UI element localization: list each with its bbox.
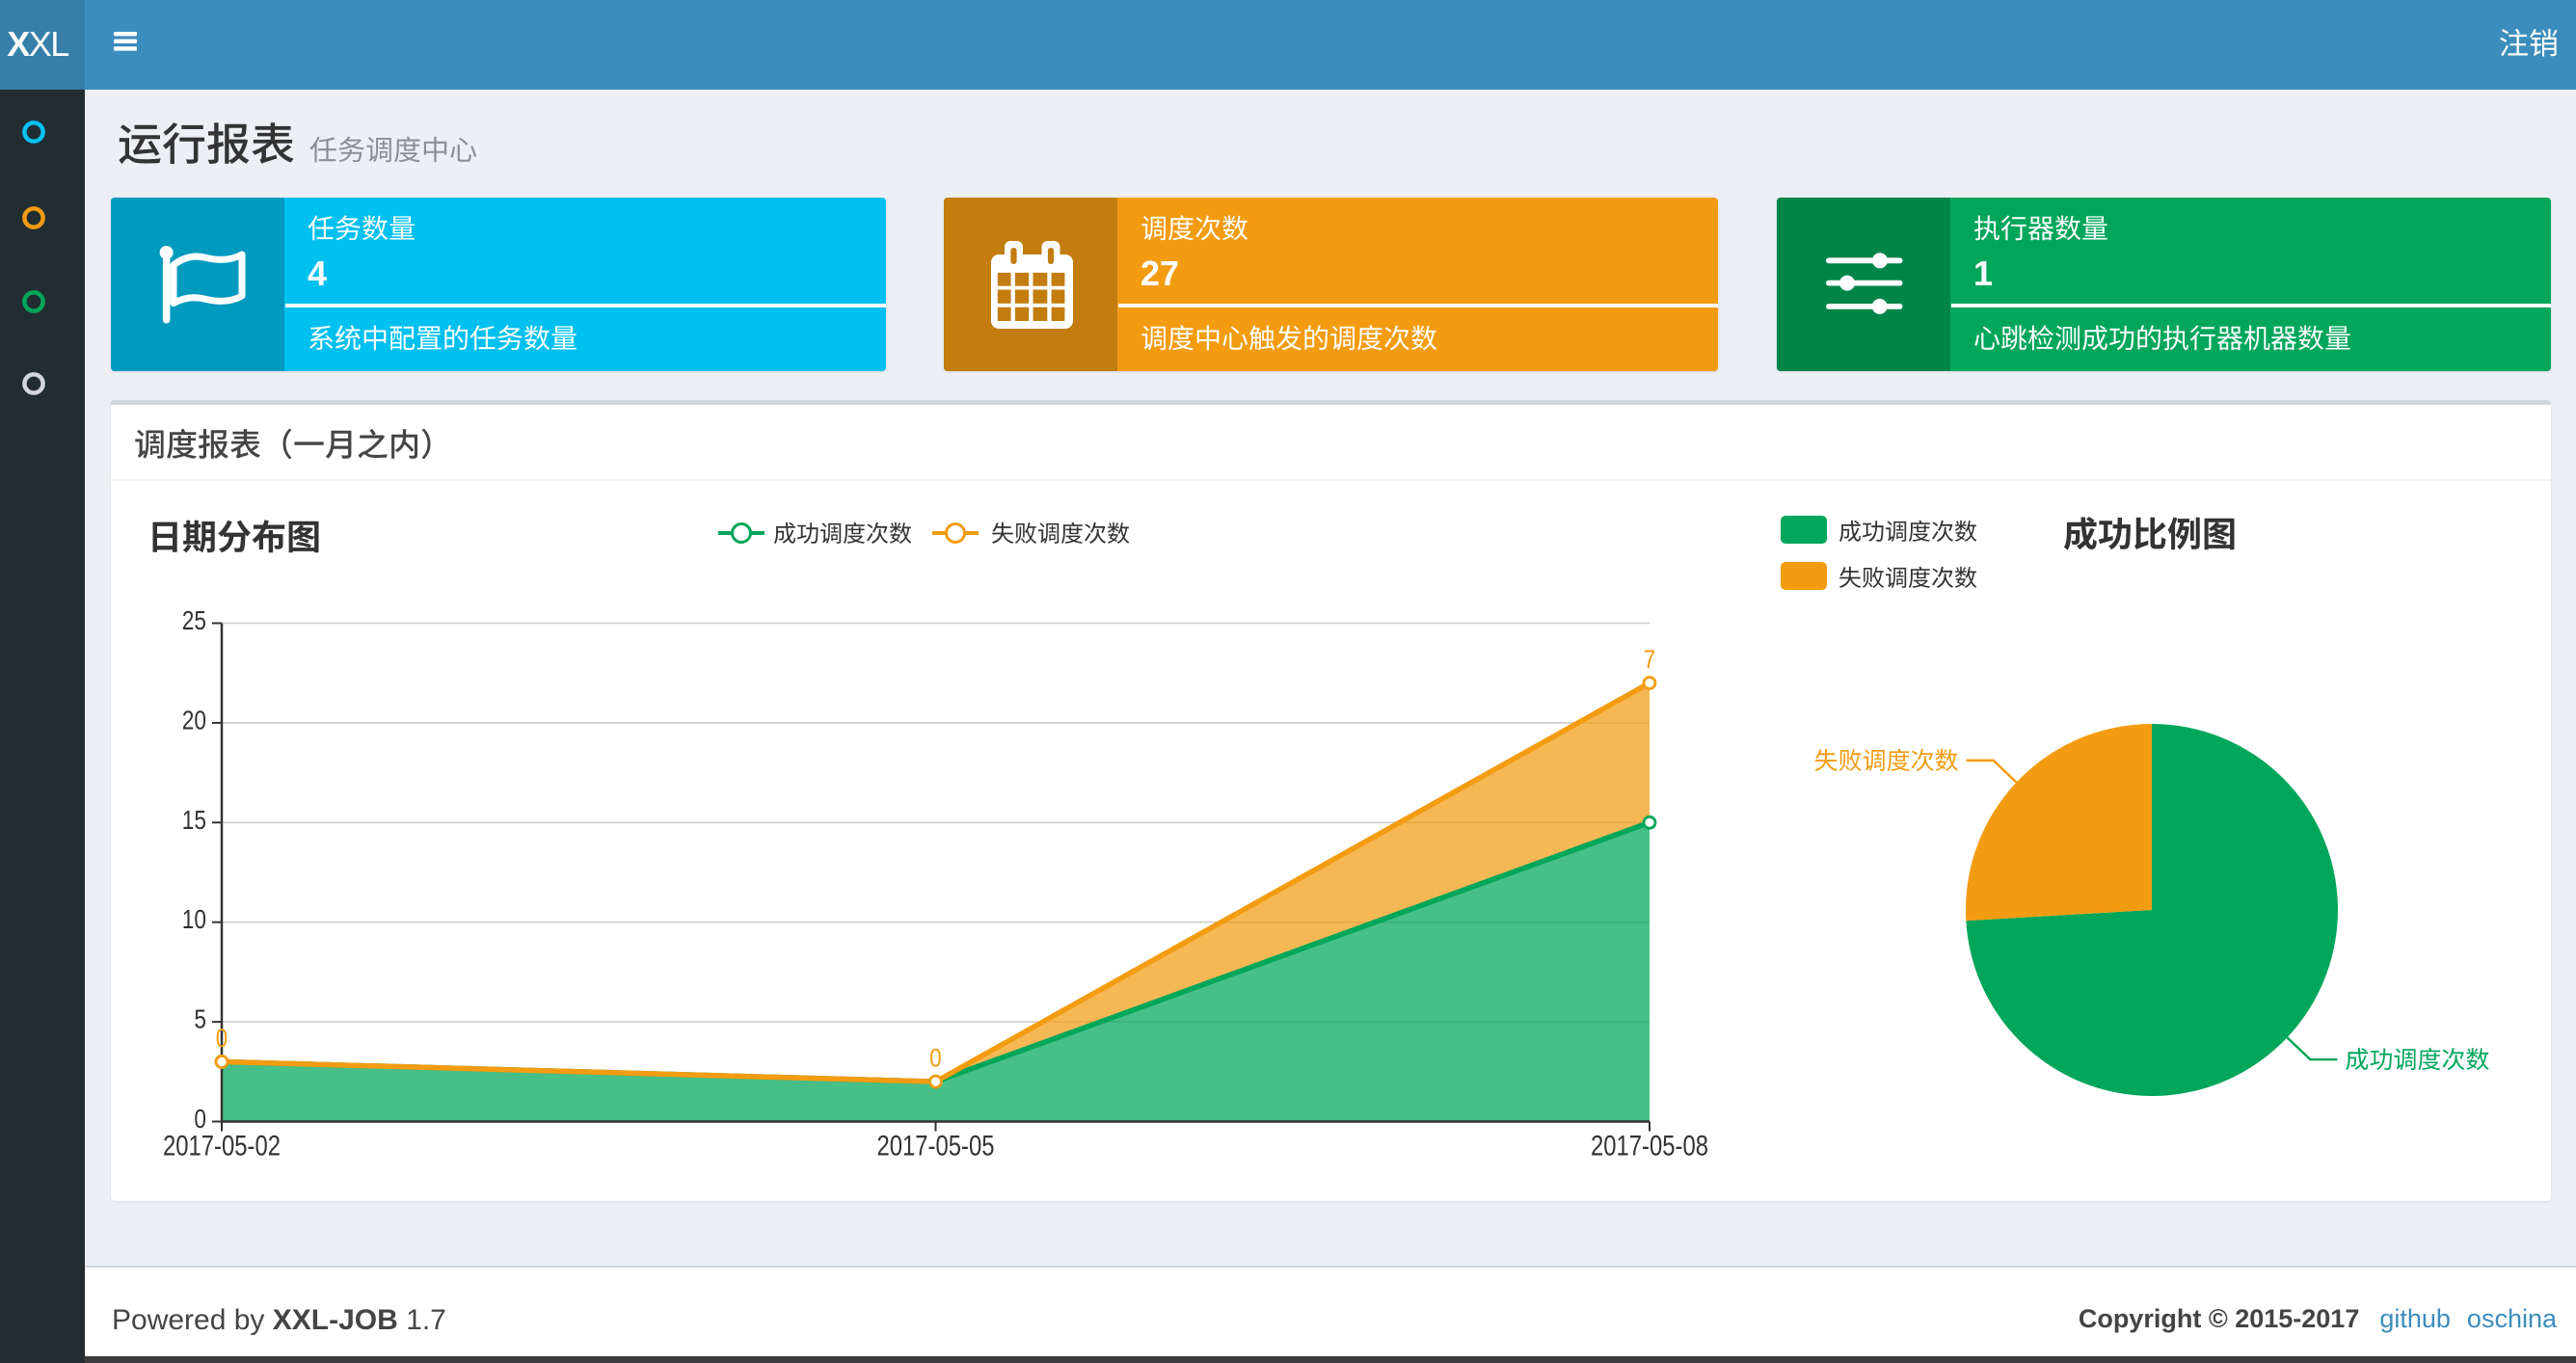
svg-text:2017-05-05: 2017-05-05 <box>877 1131 995 1163</box>
svg-text:25: 25 <box>182 605 206 635</box>
svg-text:5: 5 <box>194 1004 206 1034</box>
svg-text:0: 0 <box>194 1104 206 1134</box>
svg-text:20: 20 <box>182 705 206 735</box>
svg-text:10: 10 <box>182 904 206 934</box>
svg-text:7: 7 <box>1644 645 1655 674</box>
svg-text:15: 15 <box>182 805 206 835</box>
svg-text:2017-05-08: 2017-05-08 <box>1591 1131 1708 1163</box>
svg-text:0: 0 <box>216 1024 228 1053</box>
svg-text:2017-05-02: 2017-05-02 <box>163 1131 281 1163</box>
svg-text:0: 0 <box>929 1044 941 1073</box>
